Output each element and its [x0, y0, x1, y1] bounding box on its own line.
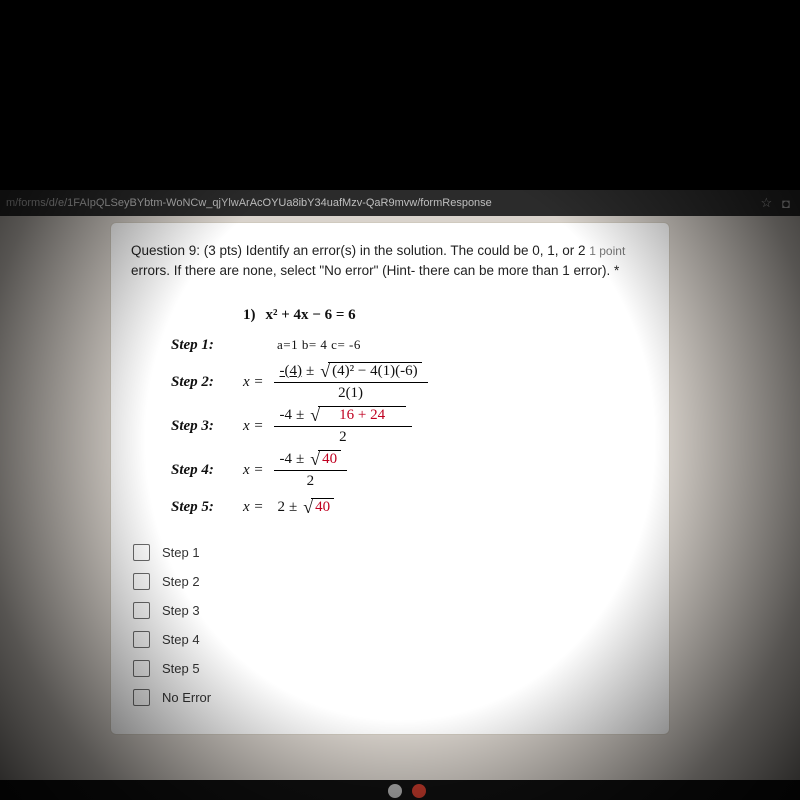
- step3-denominator: 2: [339, 427, 347, 446]
- taskbar-app-icon[interactable]: [412, 784, 426, 798]
- checkbox-icon[interactable]: [133, 602, 150, 619]
- worked-solution: 1) x² + 4x − 6 = 6 Step 1: a=1 b= 4 c= -…: [171, 302, 649, 520]
- problem-equation: x² + 4x − 6 = 6: [266, 307, 356, 324]
- url-text: m/forms/d/e/1FAIpQLSeyBYbtm-WoNCw_qjYlwA…: [6, 197, 756, 209]
- step3-fraction: -4 ± √16 + 24 2: [274, 406, 413, 446]
- step1-label: Step 1:: [171, 337, 243, 354]
- plus-minus-icon: ±: [292, 451, 308, 468]
- page-background: Question 9: (3 pts) Identify an error(s)…: [0, 216, 800, 780]
- step2-fraction: -(4) ± √(4)² − 4(1)(-6) 2(1): [274, 362, 428, 402]
- checkbox-icon[interactable]: [133, 573, 150, 590]
- question-text: Question 9: (3 pts) Identify an error(s)…: [131, 241, 649, 280]
- question-card: Question 9: (3 pts) Identify an error(s)…: [110, 222, 670, 735]
- step3-radicand: 16 + 24: [339, 407, 385, 423]
- plus-minus-icon: ±: [302, 363, 318, 380]
- option-step3[interactable]: Step 3: [131, 596, 649, 625]
- checkbox-icon[interactable]: [133, 631, 150, 648]
- plus-minus-icon: ±: [285, 499, 301, 516]
- step2-denominator: 2(1): [338, 383, 363, 402]
- plus-minus-icon: ±: [292, 407, 308, 424]
- taskbar: [0, 780, 800, 800]
- points-label: 1 point: [589, 244, 625, 258]
- option-step1[interactable]: Step 1: [131, 538, 649, 567]
- step4-fraction: -4 ± √40 2: [274, 450, 348, 490]
- bar-icons: ☆ ◘: [756, 195, 794, 211]
- browser-address-bar: m/forms/d/e/1FAIpQLSeyBYbtm-WoNCw_qjYlwA…: [0, 190, 800, 216]
- option-step2[interactable]: Step 2: [131, 567, 649, 596]
- question-line2: errors. If there are none, select "No er…: [131, 263, 619, 278]
- option-label: Step 2: [162, 574, 200, 589]
- step2-radicand: (4)² − 4(1)(-6): [328, 362, 421, 380]
- option-label: No Error: [162, 690, 211, 705]
- step4-radicand: 40: [322, 451, 337, 467]
- star-icon[interactable]: ☆: [760, 195, 772, 211]
- step5-expression: 2 ± √40: [278, 498, 335, 516]
- option-step4[interactable]: Step 4: [131, 625, 649, 654]
- step3-label: Step 3:: [171, 418, 243, 435]
- x-equals: x =: [243, 462, 264, 479]
- step4-label: Step 4:: [171, 462, 243, 479]
- option-label: Step 1: [162, 545, 200, 560]
- step3-lead: -4: [280, 407, 293, 424]
- step2-label: Step 2:: [171, 374, 243, 391]
- extension-icon[interactable]: ◘: [782, 196, 790, 211]
- x-equals: x =: [243, 418, 264, 435]
- option-label: Step 5: [162, 661, 200, 676]
- taskbar-app-icon[interactable]: [388, 784, 402, 798]
- checkbox-icon[interactable]: [133, 660, 150, 677]
- abc-values: a=1 b= 4 c= -6: [277, 337, 361, 353]
- step4-denominator: 2: [307, 471, 315, 490]
- option-no-error[interactable]: No Error: [131, 683, 649, 712]
- step5-lead: 2: [278, 499, 286, 516]
- option-step5[interactable]: Step 5: [131, 654, 649, 683]
- x-equals: x =: [243, 499, 264, 516]
- answer-options: Step 1 Step 2 Step 3 Step 4 Step 5 No Er…: [131, 538, 649, 712]
- step5-radicand: 40: [315, 499, 330, 515]
- option-label: Step 4: [162, 632, 200, 647]
- checkbox-icon[interactable]: [133, 689, 150, 706]
- x-equals: x =: [243, 374, 264, 391]
- step2-lead: -(4): [280, 363, 303, 380]
- option-label: Step 3: [162, 603, 200, 618]
- question-line1: Question 9: (3 pts) Identify an error(s)…: [131, 243, 589, 258]
- step4-lead: -4: [280, 451, 293, 468]
- step5-label: Step 5:: [171, 499, 243, 516]
- problem-number: 1): [243, 307, 256, 324]
- checkbox-icon[interactable]: [133, 544, 150, 561]
